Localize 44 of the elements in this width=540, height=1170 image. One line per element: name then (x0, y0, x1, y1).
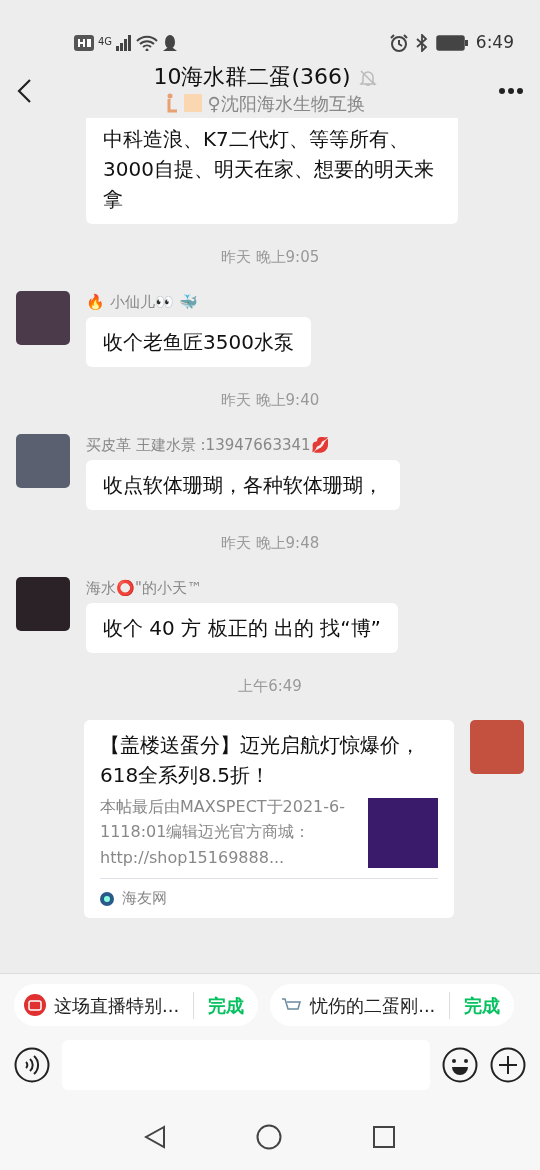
plus-icon[interactable] (490, 1047, 526, 1083)
message-bubble[interactable]: 收个老鱼匠3500水泵 (86, 317, 311, 367)
chat-subtitle: ♀沈阳海水生物互换 (207, 91, 365, 116)
suggestion-text: 忧伤的二蛋刚... (310, 993, 436, 1018)
back-icon[interactable] (16, 78, 32, 104)
suggestion-text: 这场直播特别... (54, 993, 180, 1018)
suggestion-chip[interactable]: 这场直播特别... 完成 (14, 984, 259, 1026)
message-bubble[interactable]: 中科造浪、K7二代灯、等等所有、3000自提、明天在家、想要的明天来拿 (86, 118, 458, 224)
suggestion-chip[interactable]: 忧伤的二蛋刚... 完成 (270, 984, 515, 1026)
figure-icon (165, 93, 180, 114)
voice-icon[interactable] (14, 1047, 50, 1083)
link-title: 【盖楼送蛋分】迈光启航灯惊爆价，618全系列8.5折！ (100, 731, 421, 789)
avatar-photo[interactable] (16, 290, 70, 345)
signal-icon (116, 35, 133, 51)
timestamp: 昨天 晚上9:05 (219, 247, 321, 268)
network-label: 4G (98, 35, 113, 49)
site-logo-icon (100, 891, 114, 906)
avatar-photo[interactable] (16, 576, 70, 631)
alarm-icon (389, 34, 408, 52)
message-bubble[interactable]: 收点软体珊瑚，各种软体珊瑚， (86, 460, 400, 510)
back-triangle-icon[interactable] (144, 1125, 166, 1149)
timestamp: 上午6:49 (237, 676, 303, 697)
chat-title: 10海水群二蛋(366) (153, 65, 351, 90)
battery-icon (435, 35, 468, 51)
wifi-icon (136, 35, 159, 51)
timestamp: 昨天 晚上9:40 (219, 390, 321, 411)
sender-name: 海水⭕"的小天™ (86, 577, 202, 599)
sender-name: 买皮革 王建水景 :13947663341💋 (86, 434, 330, 456)
thumbnail-image (368, 797, 438, 868)
hd-icon (74, 35, 94, 51)
status-time: 6:49 (475, 31, 514, 55)
link-source: 海友网 (122, 888, 167, 910)
bluetooth-icon (415, 34, 428, 52)
tv-icon (24, 994, 46, 1016)
home-circle-icon[interactable] (256, 1124, 282, 1150)
sender-name: 🔥 小仙儿👀 🐳 (86, 291, 198, 313)
message-bubble[interactable]: 收个 40 方 板正的 出的 找“博” (86, 603, 398, 653)
recents-square-icon[interactable] (372, 1125, 396, 1149)
timestamp: 昨天 晚上9:48 (219, 533, 321, 554)
link-card[interactable]: 【盖楼送蛋分】迈光启航灯惊爆价，618全系列8.5折！ 本帖最后由MAXSPECT于2021-6-1118:01编辑迈光官方商城：http://shop15169888... 海友网 (84, 719, 454, 918)
link-description: 本帖最后由MAXSPECT于2021-6-1118:01编辑迈光官方商城：http://shop15169888... (100, 795, 346, 869)
more-icon[interactable] (498, 87, 524, 95)
emoji-icon[interactable] (442, 1047, 478, 1083)
square-icon (183, 93, 204, 114)
